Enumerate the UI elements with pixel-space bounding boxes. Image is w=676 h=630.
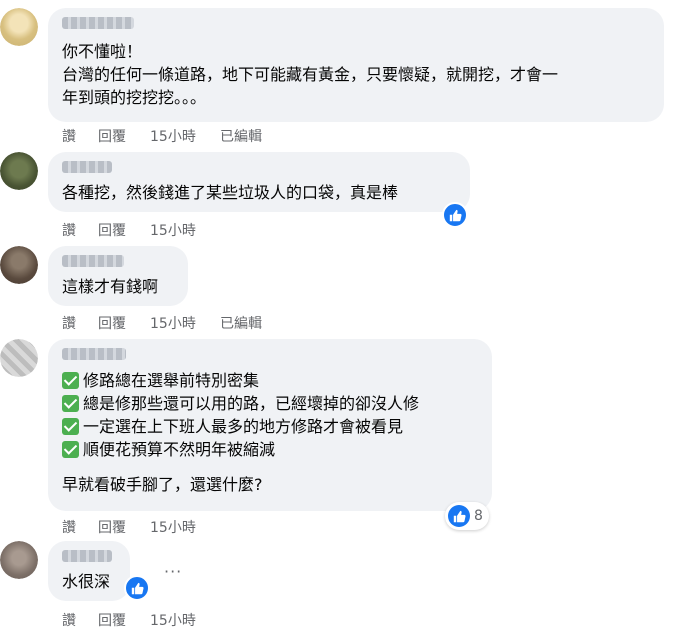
comment-text: 這樣才有錢啊 [62,275,158,298]
checklist-item: 修路總在選舉前特別密集 [62,369,419,392]
timestamp[interactable]: 15小時 [150,610,196,630]
reply-link[interactable]: 回覆 [98,313,126,333]
checklist-item: 總是修那些還可以用的路，已經壞掉的卻沒人修 [62,392,419,415]
like-link[interactable]: 讚 [62,220,76,240]
reply-link[interactable]: 回覆 [98,220,126,240]
avatar[interactable] [0,152,38,190]
like-link[interactable]: 讚 [62,517,76,537]
timestamp[interactable]: 15小時 [150,126,196,146]
comment-text: 各種挖，然後錢進了某些垃圾人的口袋，真是棒 [62,181,398,204]
commenter-name[interactable] [62,348,126,360]
check-mark-icon [62,395,79,412]
checklist-item: 順便花預算不然明年被縮減 [62,438,419,461]
thumbs-up-icon [131,582,144,594]
comment-line: 年到頭的挖挖挖。。。 [62,88,207,107]
avatar[interactable] [0,541,38,579]
comment-line: 水很深 [62,572,111,591]
like-reaction-badge[interactable] [124,575,150,601]
edited-label[interactable]: 已編輯 [220,313,262,333]
thumbs-up-icon [449,209,462,221]
comment-bubble: 修路總在選舉前特別密集 總是修那些還可以用的路，已經壞掉的卻沒人修 一定選在上下… [48,339,492,511]
comment-line: 這樣才有錢啊 [62,277,159,296]
commenter-name[interactable] [62,255,124,267]
avatar[interactable] [0,339,38,377]
comment-bubble: 這樣才有錢啊 [48,246,188,306]
comment-bubble: 水很深 [48,541,130,601]
comment-line: 早就看破手腳了，還選什麼? [62,475,263,494]
comment-text: 修路總在選舉前特別密集 總是修那些還可以用的路，已經壞掉的卻沒人修 一定選在上下… [62,369,419,496]
reaction-count: 8 [474,508,483,524]
avatar[interactable] [0,8,38,46]
check-mark-icon [62,372,79,389]
commenter-name[interactable] [62,161,112,173]
edited-label[interactable]: 已編輯 [220,126,262,146]
timestamp[interactable]: 15小時 [150,220,196,240]
commenter-name[interactable] [62,17,134,29]
timestamp[interactable]: 15小時 [150,313,196,333]
like-link[interactable]: 讚 [62,313,76,333]
reaction-count-pill[interactable]: 8 [445,502,489,530]
comment-bubble: 你不懂啦！ 台灣的任何一條道路，地下可能藏有黃金，只要懷疑，就開挖，才會一 年到… [48,8,664,122]
commenter-name[interactable] [62,550,112,562]
timestamp[interactable]: 15小時 [150,517,196,537]
like-link[interactable]: 讚 [62,610,76,630]
more-options-icon[interactable]: ··· [164,562,182,581]
comment-line: 你不懂啦！ [62,42,143,61]
comment-line: 各種挖，然後錢進了某些垃圾人的口袋，真是棒 [62,183,399,202]
reply-link[interactable]: 回覆 [98,610,126,630]
check-mark-icon [62,441,79,458]
checklist-item: 一定選在上下班人最多的地方修路才會被看見 [62,415,419,438]
comment-text: 你不懂啦！ 台灣的任何一條道路，地下可能藏有黃金，只要懷疑，就開挖，才會一 年到… [62,40,558,109]
like-link[interactable]: 讚 [62,126,76,146]
like-reaction-badge [448,505,470,527]
thumbs-up-icon [453,510,466,522]
reply-link[interactable]: 回覆 [98,517,126,537]
comment-text: 水很深 [62,570,110,593]
avatar[interactable] [0,246,38,284]
comment-bubble: 各種挖，然後錢進了某些垃圾人的口袋，真是棒 [48,152,470,212]
reply-link[interactable]: 回覆 [98,126,126,146]
check-mark-icon [62,418,79,435]
comment-line: 台灣的任何一條道路，地下可能藏有黃金，只要懷疑，就開挖，才會一 [62,65,559,84]
like-reaction-badge[interactable] [442,202,468,228]
